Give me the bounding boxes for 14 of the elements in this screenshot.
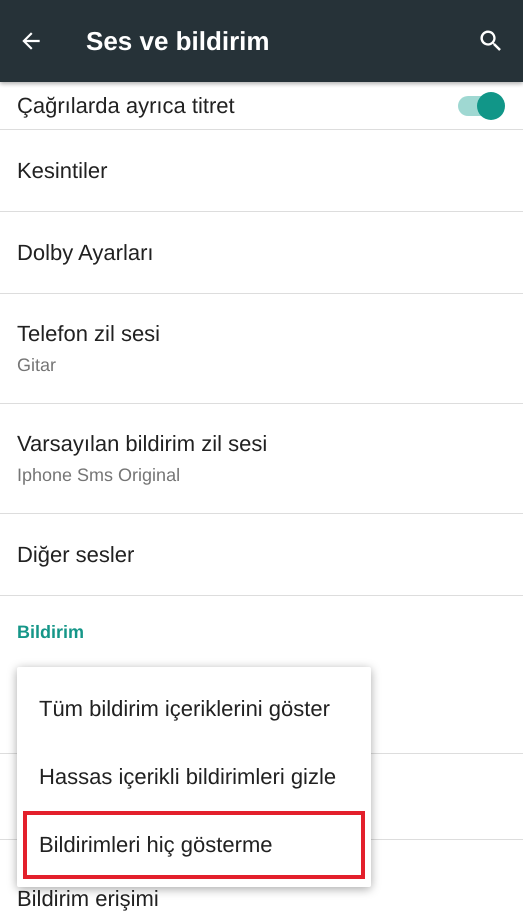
setting-title[interactable]: Bildirim erişimi xyxy=(17,886,506,911)
menu-option[interactable]: Bildirimleri hiç gösterme xyxy=(23,811,365,879)
menu-option[interactable]: Hassas içerikli bildirimleri gizle xyxy=(23,743,365,811)
setting-summary: Gitar xyxy=(17,355,58,376)
setting-title[interactable]: Telefon zil sesi xyxy=(17,321,506,347)
setting-summary: Iphone Sms Original xyxy=(17,465,182,486)
section-header: Bildirim xyxy=(17,622,86,642)
setting-title[interactable]: Kesintiler xyxy=(17,158,506,184)
setting-title[interactable]: Diğer sesler xyxy=(17,542,506,568)
menu-option[interactable]: Tüm bildirim içeriklerini göster xyxy=(23,675,365,743)
screen-title: Ses ve bildirim xyxy=(86,26,271,56)
setting-title[interactable]: Dolby Ayarları xyxy=(17,240,506,266)
setting-title[interactable]: Çağrılarda ayrıca titret xyxy=(17,92,235,118)
setting-title[interactable]: Varsayılan bildirim zil sesi xyxy=(17,431,506,457)
